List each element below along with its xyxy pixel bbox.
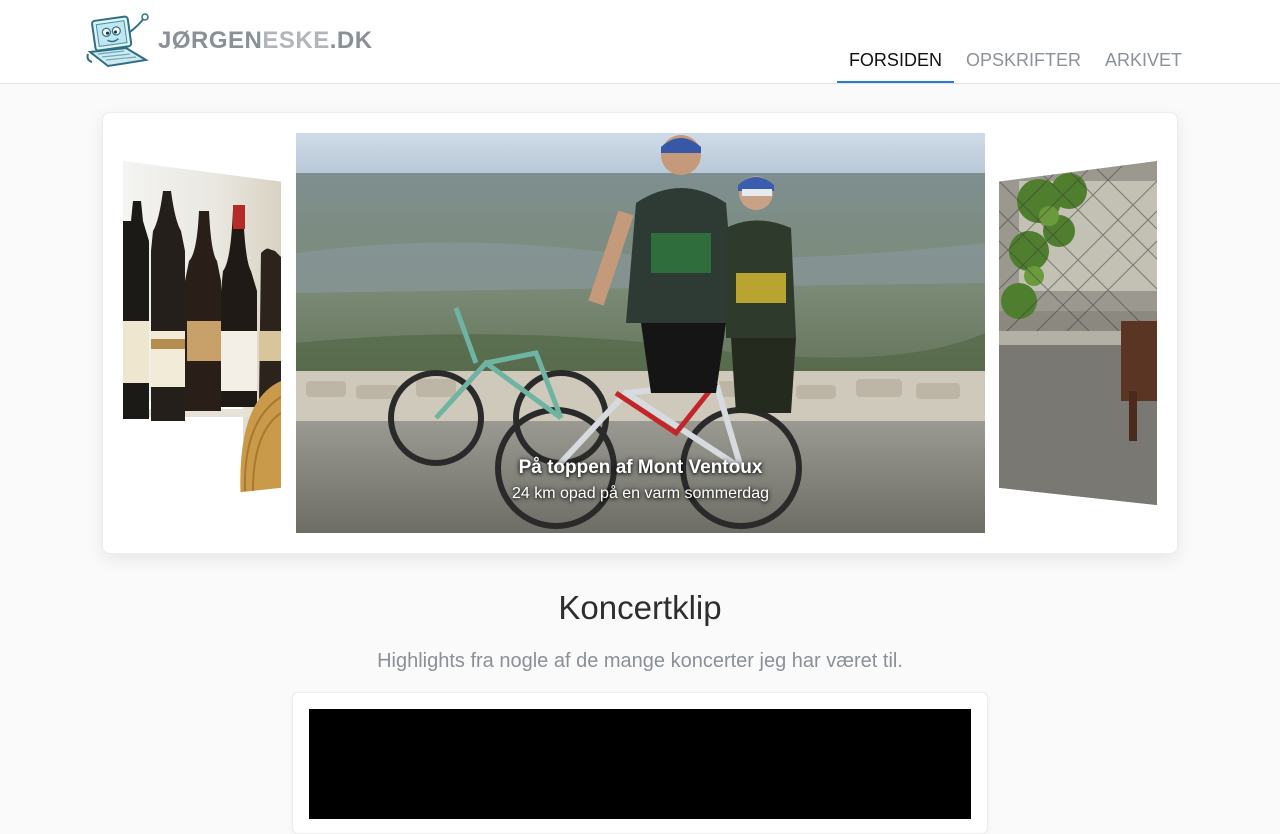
video-card — [292, 692, 988, 834]
video-player[interactable] — [309, 709, 971, 819]
section-title: Koncertklip — [558, 589, 722, 626]
nav-item-forsiden[interactable]: FORSIDEN — [836, 40, 954, 83]
nav-item-opskrifter[interactable]: OPSKRIFTER — [954, 40, 1093, 83]
site-logo-text[interactable]: JØRGENESKE.DK — [158, 27, 373, 55]
site-header: JØRGENESKE.DK FORSIDEN OPSKRIFTER ARKIVE… — [0, 0, 1280, 84]
section-subtitle: Highlights fra nogle af de mange koncert… — [377, 650, 903, 672]
carousel-caption: På toppen af Mont Ventoux 24 km opad på … — [296, 456, 985, 508]
nav-item-arkivet[interactable]: ARKIVET — [1093, 40, 1194, 83]
carousel-slide-prev[interactable] — [123, 161, 281, 505]
logo-text-part3: .DK — [329, 27, 373, 54]
carousel-caption-subtitle: 24 km opad på en varm sommerdag — [511, 485, 769, 502]
laptop-mascot-icon[interactable] — [86, 12, 150, 70]
carousel-slide-active[interactable]: På toppen af Mont Ventoux 24 km opad på … — [296, 133, 985, 533]
carousel-slide-next[interactable] — [999, 161, 1157, 505]
image-carousel: På toppen af Mont Ventoux 24 km opad på … — [102, 112, 1178, 554]
logo-text-part1: JØRGEN — [158, 27, 263, 54]
carousel-caption-title: På toppen af Mont Ventoux — [518, 457, 763, 478]
main-nav: FORSIDEN OPSKRIFTER ARKIVET — [836, 40, 1194, 83]
logo-text-part2: ESKE — [262, 27, 330, 54]
